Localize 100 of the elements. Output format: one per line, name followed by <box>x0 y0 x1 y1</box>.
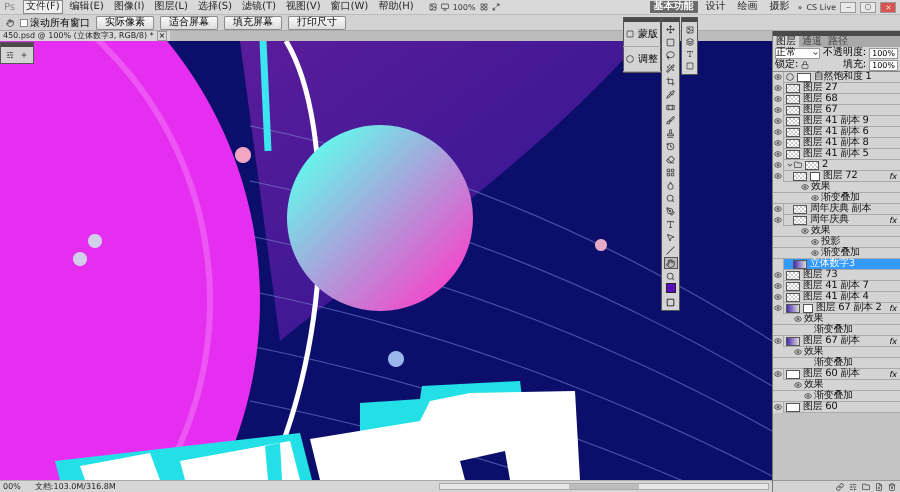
fill-field[interactable]: 100% <box>869 60 898 70</box>
zoom-level[interactable]: 100% <box>452 2 476 12</box>
horizontal-scrollbar[interactable] <box>439 483 769 490</box>
option-button[interactable]: 实际像素 <box>96 16 154 30</box>
restore-button[interactable] <box>860 2 876 12</box>
panel-tab[interactable]: 图层 <box>773 36 799 47</box>
visibility-toggle[interactable] <box>773 214 784 226</box>
new-group-icon[interactable] <box>862 482 870 490</box>
layer-row[interactable]: 图层 41 副本 5 <box>773 149 900 160</box>
plus-icon[interactable] <box>20 51 28 59</box>
layer-row[interactable]: 周年庆典 fx <box>773 215 900 226</box>
sliders-icon[interactable] <box>6 51 14 59</box>
expand-caret-icon[interactable] <box>786 161 794 169</box>
effect-name: 渐变叠加 <box>821 248 861 258</box>
new-layer-icon[interactable] <box>875 482 883 490</box>
eye-icon <box>774 128 782 136</box>
layer-row[interactable]: 自然饱和度 1 <box>773 72 900 83</box>
workspace-tab[interactable]: 绘画 <box>734 1 762 13</box>
layer-row[interactable]: 图层 41 副本 9 <box>773 116 900 127</box>
adjustment-icon[interactable] <box>849 482 857 490</box>
layer-row[interactable]: 图层 67 <box>773 105 900 116</box>
menu-item[interactable]: 文件(F) <box>23 0 63 14</box>
menu-item[interactable]: 图像(I) <box>110 0 148 14</box>
menu-item[interactable]: 图层(L) <box>152 0 191 14</box>
menu-item[interactable]: 视图(V) <box>282 0 324 14</box>
quick-mask-icon[interactable] <box>666 298 675 307</box>
foreground-color-swatch[interactable] <box>666 283 676 293</box>
layer-row[interactable]: 图层 41 副本 8 <box>773 138 900 149</box>
cs-live-menu[interactable]: CS Live <box>806 2 836 12</box>
layer-row[interactable]: 2 <box>773 160 900 171</box>
folder-icon <box>794 161 802 169</box>
layer-name: 图层 41 副本 7 <box>803 281 870 291</box>
delete-icon[interactable] <box>888 482 896 490</box>
opacity-field[interactable]: 100% <box>869 48 898 58</box>
close-button[interactable] <box>880 2 896 12</box>
bridge-icon[interactable] <box>428 3 437 11</box>
eraser-tool-icon[interactable] <box>664 153 678 165</box>
layer-row[interactable]: 图层 60 副本 fx <box>773 369 900 380</box>
layer-row[interactable]: 图层 41 副本 7 <box>773 281 900 292</box>
wand-tool-icon[interactable] <box>664 62 678 74</box>
document-tab[interactable]: 450.psd @ 100% (立体数字3, RGB/8) * × <box>0 31 170 41</box>
workspace-tab[interactable]: 摄影 <box>766 1 794 13</box>
dot-shape <box>595 239 607 251</box>
hand-tool-icon[interactable] <box>664 257 678 269</box>
eye-icon <box>774 161 782 169</box>
blend-mode-select[interactable]: 正常 <box>775 48 820 58</box>
layer-row[interactable]: 图层 72 fx <box>773 171 900 182</box>
link-icon[interactable] <box>836 482 844 490</box>
visibility-toggle[interactable] <box>773 72 784 82</box>
menu-item[interactable]: 选择(S) <box>194 0 236 14</box>
menu-item[interactable]: 帮助(H) <box>375 0 417 14</box>
navigator-icon[interactable] <box>686 62 694 70</box>
layer-thumbnail <box>786 282 800 290</box>
layer-row[interactable]: 图层 67 副本 2 fx <box>773 303 900 314</box>
crop-tool-icon[interactable] <box>664 75 678 87</box>
line-tool-icon[interactable] <box>664 244 678 256</box>
hand-tool-icon[interactable] <box>6 18 14 26</box>
visibility-toggle[interactable] <box>773 402 784 412</box>
layer-row[interactable]: 周年庆典 副本 <box>773 204 900 215</box>
lasso-tool-icon[interactable] <box>664 49 678 61</box>
scroll-all-checkbox[interactable]: 滚动所有窗口 <box>20 16 90 30</box>
document-size: 文档:103.0M/316.8M <box>34 481 116 492</box>
visibility-toggle[interactable] <box>773 258 784 270</box>
brush-tool-icon[interactable] <box>664 114 678 126</box>
option-button[interactable]: 填充屏幕 <box>224 16 282 30</box>
layer-row[interactable]: 图层 27 <box>773 83 900 94</box>
layer-thumbnail <box>793 216 807 224</box>
workspace-tab[interactable]: 设计 <box>702 1 730 13</box>
layer-row[interactable]: 图层 41 副本 4 <box>773 292 900 303</box>
lock-icon[interactable] <box>801 61 810 69</box>
layer-row[interactable]: 图层 60 <box>773 402 900 413</box>
option-button[interactable]: 适合屏幕 <box>160 16 218 30</box>
layers-icon[interactable] <box>686 38 694 46</box>
layer-row[interactable]: 图层 73 <box>773 270 900 281</box>
panel-tab[interactable]: 路径 <box>825 36 851 47</box>
eye-icon <box>774 117 782 125</box>
more-workspaces[interactable]: » <box>798 2 802 12</box>
layer-row[interactable]: 图层 67 副本 fx <box>773 336 900 347</box>
screen-mode-icon[interactable] <box>492 3 500 11</box>
workspace-tab[interactable]: 基本功能 <box>650 1 698 13</box>
visibility-toggle[interactable] <box>773 336 784 346</box>
menu-item[interactable]: 窗口(W) <box>328 0 372 14</box>
image-icon[interactable] <box>686 26 694 34</box>
character-icon[interactable] <box>686 50 694 58</box>
visibility-toggle[interactable] <box>773 204 784 214</box>
pen-tool-icon[interactable] <box>664 205 678 217</box>
fx-label: fx <box>889 304 897 312</box>
view-extras-icon[interactable] <box>440 3 449 11</box>
visibility-toggle[interactable] <box>773 368 784 380</box>
move-tool-icon[interactable] <box>664 23 678 35</box>
visibility-toggle[interactable] <box>773 302 784 314</box>
option-button[interactable]: 打印尺寸 <box>288 16 346 30</box>
adjustment-icon <box>786 73 794 81</box>
layer-row[interactable]: 图层 41 副本 6 <box>773 127 900 138</box>
layer-row[interactable]: 图层 68 <box>773 94 900 105</box>
visibility-toggle[interactable] <box>773 170 784 182</box>
effect-name: 渐变叠加 <box>814 391 854 401</box>
arrange-icon[interactable] <box>480 3 488 11</box>
menu-item[interactable]: 编辑(E) <box>66 0 107 14</box>
menu-item[interactable]: 滤镜(T) <box>239 0 279 14</box>
